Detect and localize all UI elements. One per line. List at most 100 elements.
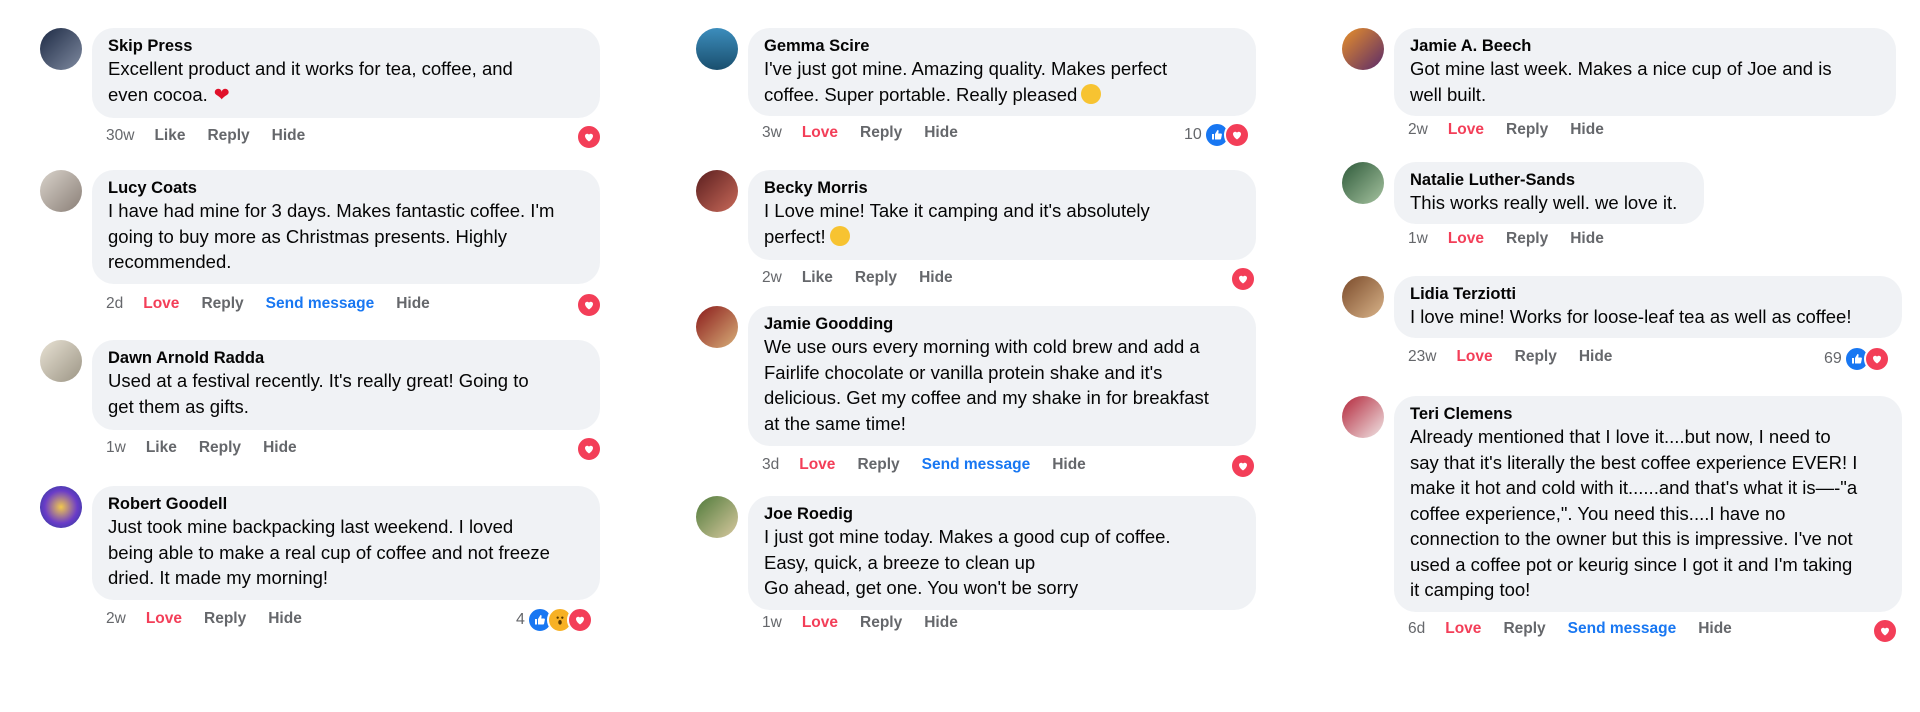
love-button[interactable]: Love <box>802 124 838 141</box>
author-name[interactable]: Becky Morris <box>764 178 1240 198</box>
author-name[interactable]: Natalie Luther-Sands <box>1410 170 1688 190</box>
avatar[interactable] <box>1342 162 1384 204</box>
love-button[interactable]: Love <box>1448 121 1484 138</box>
avatar[interactable] <box>696 28 738 70</box>
avatar[interactable] <box>696 170 738 212</box>
comment-bubble: Jamie A. Beech Got mine last week. Makes… <box>1394 28 1896 116</box>
reaction-summary[interactable]: 10 <box>1184 122 1250 148</box>
comment-bubble: Gemma Scire I've just got mine. Amazing … <box>748 28 1256 116</box>
timestamp[interactable]: 23w <box>1408 348 1436 365</box>
hide-button[interactable]: Hide <box>263 439 297 456</box>
timestamp[interactable]: 6d <box>1408 620 1425 637</box>
timestamp[interactable]: 1w <box>762 614 782 631</box>
avatar[interactable] <box>696 306 738 348</box>
hide-button[interactable]: Hide <box>1052 456 1086 473</box>
timestamp[interactable]: 2w <box>762 269 782 286</box>
comment-text: Already mentioned that I love it....but … <box>1410 426 1858 600</box>
reply-button[interactable]: Reply <box>204 610 246 627</box>
love-button[interactable]: Love <box>799 456 835 473</box>
timestamp[interactable]: 30w <box>106 127 134 144</box>
hide-button[interactable]: Hide <box>1570 230 1604 247</box>
avatar[interactable] <box>40 170 82 212</box>
love-button[interactable]: Love <box>1448 230 1484 247</box>
like-button[interactable]: Like <box>154 127 185 144</box>
send-message-button[interactable]: Send message <box>266 295 375 312</box>
like-button[interactable]: Like <box>146 439 177 456</box>
avatar[interactable] <box>40 486 82 528</box>
comment-actions: 2w Like Reply Hide <box>762 269 975 287</box>
timestamp[interactable]: 2w <box>106 610 126 627</box>
avatar[interactable] <box>1342 276 1384 318</box>
hide-button[interactable]: Hide <box>924 124 958 141</box>
reply-button[interactable]: Reply <box>855 269 897 286</box>
reaction-summary[interactable] <box>574 124 602 150</box>
reply-button[interactable]: Reply <box>1515 348 1557 365</box>
hide-button[interactable]: Hide <box>268 610 302 627</box>
hide-button[interactable]: Hide <box>1698 620 1732 637</box>
love-button[interactable]: Love <box>1456 348 1492 365</box>
author-name[interactable]: Joe Roedig <box>764 504 1240 524</box>
love-reaction-icon <box>1230 453 1256 479</box>
love-button[interactable]: Love <box>802 614 838 631</box>
love-button[interactable]: Love <box>146 610 182 627</box>
reply-button[interactable]: Reply <box>1506 230 1548 247</box>
comment-bubble: Robert Goodell Just took mine backpackin… <box>92 486 600 600</box>
reply-button[interactable]: Reply <box>1506 121 1548 138</box>
timestamp[interactable]: 2w <box>1408 121 1428 138</box>
hide-button[interactable]: Hide <box>1579 348 1613 365</box>
author-name[interactable]: Jamie Goodding <box>764 314 1240 334</box>
timestamp[interactable]: 1w <box>106 439 126 456</box>
author-name[interactable]: Lidia Terziotti <box>1410 284 1886 304</box>
author-name[interactable]: Dawn Arnold Radda <box>108 348 584 368</box>
reply-button[interactable]: Reply <box>860 614 902 631</box>
reaction-summary[interactable]: 69 <box>1824 346 1890 372</box>
avatar[interactable] <box>696 496 738 538</box>
avatar[interactable] <box>1342 28 1384 70</box>
hide-button[interactable]: Hide <box>924 614 958 631</box>
reaction-summary[interactable] <box>1228 453 1256 479</box>
comment-bubble: Lucy Coats I have had mine for 3 days. M… <box>92 170 600 284</box>
reaction-summary[interactable] <box>574 292 602 318</box>
reaction-summary[interactable] <box>574 436 602 462</box>
love-button[interactable]: Love <box>143 295 179 312</box>
reply-button[interactable]: Reply <box>201 295 243 312</box>
comment-actions: 1w Like Reply Hide <box>106 439 319 457</box>
timestamp[interactable]: 3d <box>762 456 779 473</box>
avatar[interactable] <box>40 340 82 382</box>
like-button[interactable]: Like <box>802 269 833 286</box>
love-button[interactable]: Love <box>1445 620 1481 637</box>
author-name[interactable]: Teri Clemens <box>1410 404 1886 424</box>
comment-text: Just took mine backpacking last weekend.… <box>108 516 550 588</box>
timestamp[interactable]: 2d <box>106 295 123 312</box>
reply-button[interactable]: Reply <box>1503 620 1545 637</box>
hide-button[interactable]: Hide <box>1570 121 1604 138</box>
reply-button[interactable]: Reply <box>199 439 241 456</box>
reply-button[interactable]: Reply <box>207 127 249 144</box>
comment-text: I've just got mine. Amazing quality. Mak… <box>764 58 1168 105</box>
comment-bubble: Joe Roedig I just got mine today. Makes … <box>748 496 1256 610</box>
avatar[interactable] <box>1342 396 1384 438</box>
send-message-button[interactable]: Send message <box>922 456 1031 473</box>
reply-button[interactable]: Reply <box>857 456 899 473</box>
author-name[interactable]: Lucy Coats <box>108 178 584 198</box>
send-message-button[interactable]: Send message <box>1568 620 1677 637</box>
hide-button[interactable]: Hide <box>919 269 953 286</box>
comment-text: I love mine! Works for loose-leaf tea as… <box>1410 306 1852 327</box>
reply-button[interactable]: Reply <box>860 124 902 141</box>
hide-button[interactable]: Hide <box>272 127 306 144</box>
author-name[interactable]: Jamie A. Beech <box>1410 36 1880 56</box>
reaction-summary[interactable]: 4 <box>516 607 593 633</box>
comment-actions: 3w Love Reply Hide <box>762 124 980 142</box>
author-name[interactable]: Skip Press <box>108 36 584 56</box>
reaction-summary[interactable] <box>1870 618 1898 644</box>
love-reaction-icon <box>1230 266 1256 292</box>
author-name[interactable]: Gemma Scire <box>764 36 1240 56</box>
timestamp[interactable]: 1w <box>1408 230 1428 247</box>
avatar[interactable] <box>40 28 82 70</box>
reaction-summary[interactable] <box>1228 266 1256 292</box>
hide-button[interactable]: Hide <box>396 295 430 312</box>
comment-text: I Love mine! Take it camping and it's ab… <box>764 200 1150 247</box>
timestamp[interactable]: 3w <box>762 124 782 141</box>
comment-actions: 3d Love Reply Send message Hide <box>762 456 1108 474</box>
author-name[interactable]: Robert Goodell <box>108 494 584 514</box>
